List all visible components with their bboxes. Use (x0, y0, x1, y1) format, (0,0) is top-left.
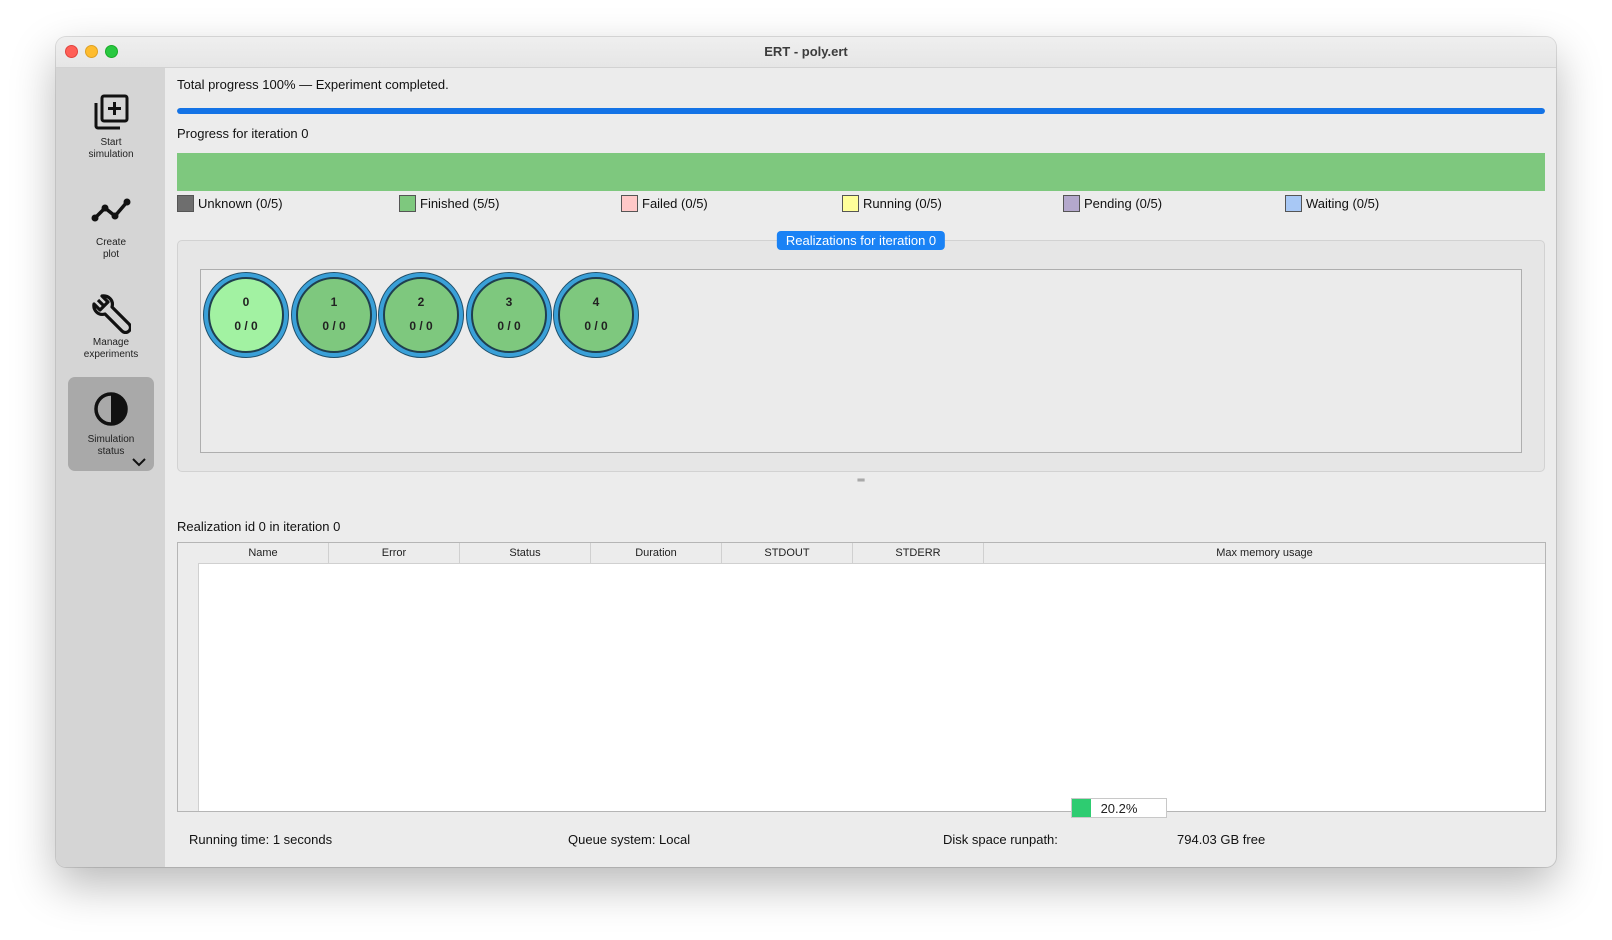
realization-inner: 4 0 / 0 (558, 277, 634, 353)
sidebar-item-label: Simulation (87, 434, 135, 445)
sidebar: Start simulation Create plot Manage expe… (56, 68, 165, 867)
realization-inner: 2 0 / 0 (383, 277, 459, 353)
legend-item-failed: Failed (0/5) (621, 195, 708, 214)
running-time: Running time: 1 seconds (189, 832, 333, 847)
sidebar-item-label: experiments (83, 349, 139, 360)
realization-inner: 0 0 / 0 (208, 277, 284, 353)
realization-id: 0 (242, 295, 250, 309)
realizations-grid: 0 0 / 0 1 0 / 0 2 0 / 0 3 0 / 0 4 0 / 0 (200, 269, 1522, 453)
sidebar-item-label: plot (102, 249, 120, 260)
column-header-error[interactable]: Error (329, 543, 460, 563)
legend-item-pending: Pending (0/5) (1063, 195, 1163, 214)
sidebar-item-start-simulation[interactable]: Start simulation (68, 80, 154, 174)
realization-4[interactable]: 4 0 / 0 (553, 272, 639, 358)
total-progress-text: Total progress 100% — Experiment complet… (177, 77, 449, 92)
realization-0[interactable]: 0 0 / 0 (203, 272, 289, 358)
table-header: Name Error Status Duration STDOUT STDERR… (198, 543, 1545, 564)
legend-label: Running (0/5) (863, 196, 942, 211)
column-header-stderr[interactable]: STDERR (853, 543, 984, 563)
realization-id: 2 (417, 295, 425, 309)
iteration-progress-fill (177, 153, 1545, 191)
iteration-progress-bar (177, 153, 1545, 191)
window-title: ERT - poly.ert (764, 44, 848, 59)
legend-label: Pending (0/5) (1084, 196, 1163, 211)
chevron-down-icon[interactable] (132, 458, 146, 467)
realization-3[interactable]: 3 0 / 0 (466, 272, 552, 358)
legend-item-unknown: Unknown (0/5) (177, 195, 283, 214)
legend-label: Waiting (0/5) (1306, 196, 1380, 211)
legend-label: Unknown (0/5) (198, 196, 283, 211)
sidebar-item-label: simulation (88, 149, 134, 160)
legend-item-running: Running (0/5) (842, 195, 942, 214)
table-corner (178, 543, 199, 811)
realizations-group: Realizations for iteration 0 0 0 / 0 1 0… (177, 231, 1545, 472)
line-chart-icon (91, 198, 131, 222)
sidebar-item-label: status (97, 446, 125, 457)
realization-count: 0 / 0 (409, 319, 433, 333)
splitter-handle[interactable]: ═ (177, 476, 1545, 486)
sidebar-item-label: Start (100, 137, 122, 148)
legend-swatch (177, 195, 194, 213)
main-panel: Total progress 100% — Experiment complet… (165, 68, 1556, 867)
legend-swatch (1063, 195, 1080, 213)
iteration-progress-label: Progress for iteration 0 (177, 126, 309, 141)
realization-2[interactable]: 2 0 / 0 (378, 272, 464, 358)
title-bar: ERT - poly.ert (56, 37, 1556, 68)
job-table[interactable]: Name Error Status Duration STDOUT STDERR… (177, 542, 1546, 812)
disk-free: 794.03 GB free (1177, 832, 1266, 847)
app-window: ERT - poly.ert Start simulation Create p… (56, 37, 1556, 867)
total-progress-fill (177, 108, 1545, 114)
realization-id: 4 (592, 295, 600, 309)
contrast-icon (94, 392, 128, 426)
legend-label: Finished (5/5) (420, 196, 500, 211)
column-header-name[interactable]: Name (198, 543, 329, 563)
realization-id: 3 (505, 295, 513, 309)
legend-swatch (399, 195, 416, 213)
sidebar-item-simulation-status[interactable]: Simulation status (68, 377, 154, 471)
realization-details-title: Realization id 0 in iteration 0 (177, 519, 341, 534)
realization-inner: 3 0 / 0 (471, 277, 547, 353)
column-header-duration[interactable]: Duration (591, 543, 722, 563)
column-header-status[interactable]: Status (460, 543, 591, 563)
legend-swatch (842, 195, 859, 213)
sidebar-item-manage-experiments[interactable]: Manage experiments (68, 280, 154, 374)
legend-swatch (621, 195, 638, 213)
disk-space-label: Disk space runpath: (943, 832, 1058, 847)
queue-system: Queue system: Local (568, 832, 691, 847)
legend-item-waiting: Waiting (0/5) (1285, 195, 1380, 214)
realization-count: 0 / 0 (234, 319, 258, 333)
total-progress-bar (177, 108, 1545, 114)
legend-swatch (1285, 195, 1302, 213)
legend-label: Failed (0/5) (642, 196, 708, 211)
sidebar-item-label: Manage (92, 337, 130, 348)
add-copy-icon (94, 94, 129, 130)
sidebar-item-label: Create (95, 237, 126, 248)
realization-count: 0 / 0 (584, 319, 608, 333)
realizations-group-title: Realizations for iteration 0 (776, 231, 946, 250)
sidebar-item-create-plot[interactable]: Create plot (68, 180, 154, 274)
column-header-max-memory[interactable]: Max memory usage (984, 543, 1545, 563)
legend-item-finished: Finished (5/5) (399, 195, 500, 214)
realization-inner: 1 0 / 0 (296, 277, 372, 353)
disk-usage-bar: 20.2% (1071, 798, 1167, 818)
disk-usage-percent: 20.2% (1100, 801, 1138, 816)
realization-id: 1 (330, 295, 338, 309)
realization-1[interactable]: 1 0 / 0 (291, 272, 377, 358)
wrench-icon (92, 294, 131, 334)
column-header-stdout[interactable]: STDOUT (722, 543, 853, 563)
realization-count: 0 / 0 (497, 319, 521, 333)
realization-count: 0 / 0 (322, 319, 346, 333)
